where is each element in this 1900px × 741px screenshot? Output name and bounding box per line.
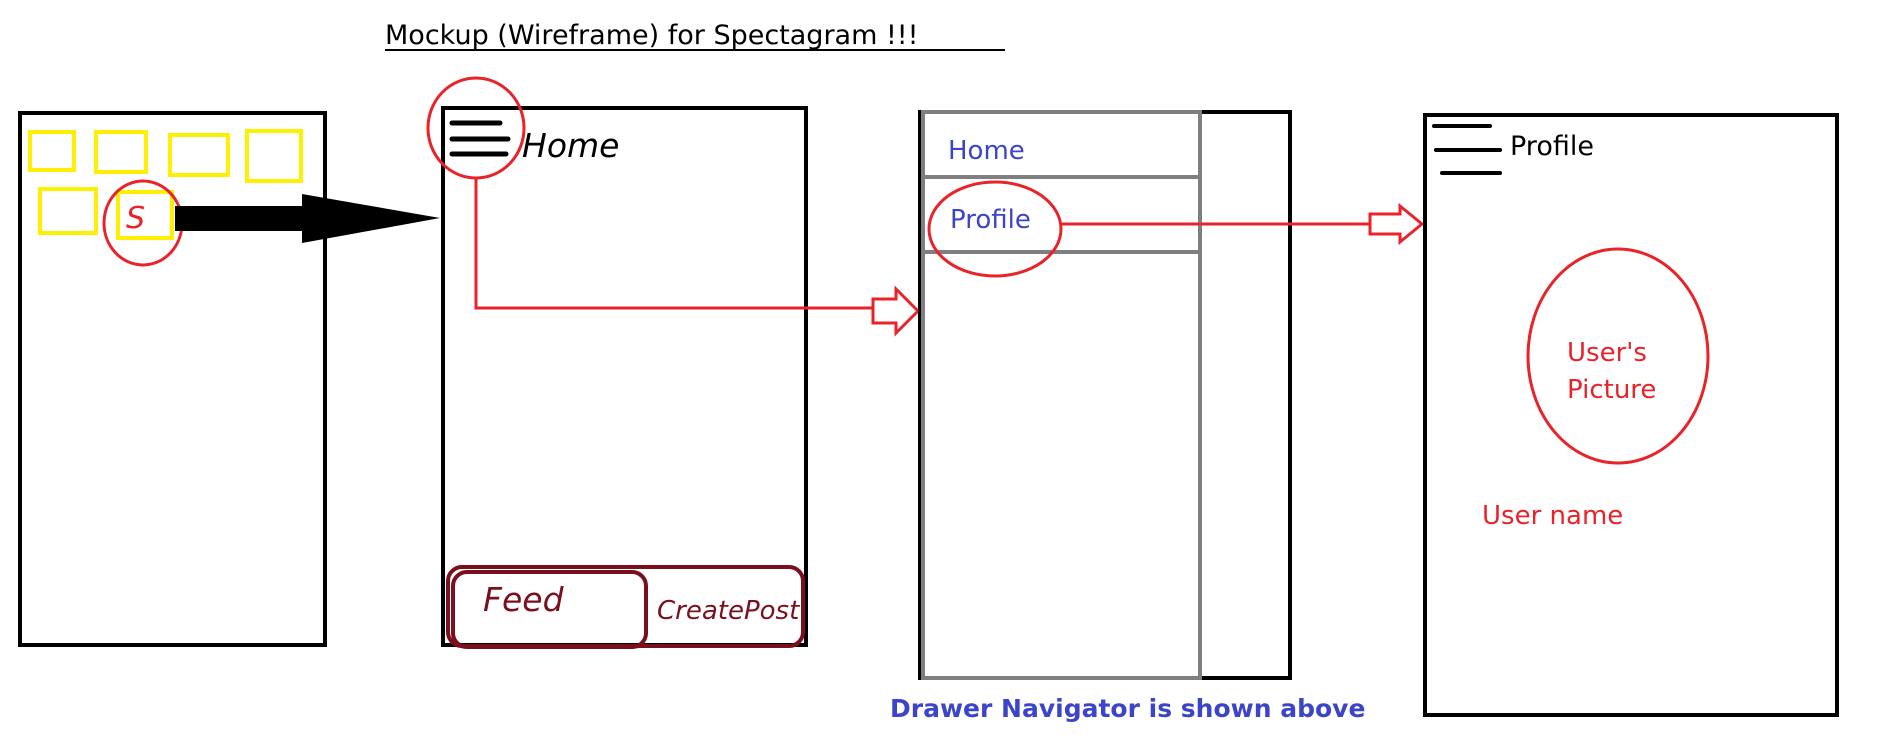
drawer-panel — [921, 110, 1202, 680]
diagram-title: Mockup (Wireframe) for Spectagram !!! — [385, 20, 918, 51]
profile-hamburger-menu-icon[interactable] — [1432, 124, 1502, 175]
app-icon-placeholder[interactable] — [168, 133, 230, 177]
hamburger-to-drawer-arrowhead — [871, 285, 921, 337]
drawer-caption: Drawer Navigator is shown above — [890, 694, 1365, 723]
app-icon-placeholder[interactable] — [245, 129, 303, 183]
spectagram-app-icon-label: S — [126, 201, 145, 236]
app-icon-placeholder[interactable] — [94, 130, 148, 174]
app-icon-placeholder[interactable] — [38, 187, 98, 235]
tab-feed-label: Feed — [483, 580, 565, 619]
wireframe-diagram: Mockup (Wireframe) for Spectagram !!! S … — [18, 20, 1839, 723]
user-picture-label-line1: User's — [1567, 338, 1647, 368]
tab-create-post-label[interactable]: CreatePost — [657, 596, 800, 626]
launch-arrow — [175, 194, 440, 243]
profile-screen-frame — [1423, 113, 1839, 717]
user-name-label: User name — [1482, 501, 1623, 531]
app-icon-placeholder[interactable] — [28, 130, 76, 172]
hamburger-menu-icon[interactable] — [449, 120, 511, 157]
home-screen-frame — [441, 106, 808, 647]
drawer-screen-frame — [918, 110, 1292, 680]
drawer-item-profile[interactable]: Profile — [950, 205, 1031, 235]
user-picture-label-line2: Picture — [1567, 375, 1656, 405]
profile-screen-title: Profile — [1510, 131, 1594, 162]
drawer-to-profile-arrowhead — [1368, 202, 1425, 246]
drawer-item-home[interactable]: Home — [948, 136, 1025, 166]
home-screen-title: Home — [522, 126, 619, 165]
hamburger-to-drawer-connector — [474, 178, 873, 310]
